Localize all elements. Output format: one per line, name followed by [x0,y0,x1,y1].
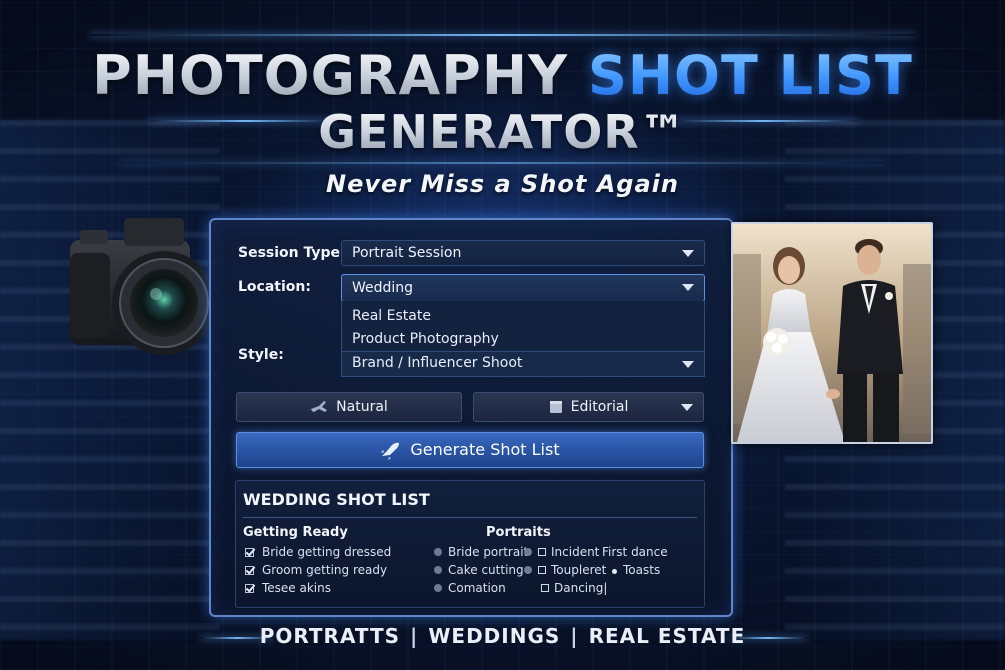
portrait-item[interactable]: First dance [602,545,668,559]
chevron-down-icon [681,404,693,411]
location-value: Wedding [352,280,414,296]
couple-illustration [733,224,931,442]
rocket-icon [381,442,400,460]
checklist-item[interactable]: Bride getting dressed [245,545,391,559]
portrait-item-label: Cake cutting [448,563,524,577]
portrait-item-label: Comation [448,581,506,595]
location-label: Location: [238,279,311,295]
shot-list-divider [243,517,697,518]
portrait-item-label: First dance [602,545,668,559]
tagline: Never Miss a Shot Again [325,170,679,198]
bullet-icon [524,548,532,556]
location-option-product-photography[interactable]: Product Photography [352,331,499,347]
portrait-item-label: Dancing| [554,581,608,595]
app-title-line-2: GENERATOR™ [0,104,1005,160]
checkbox-unchecked[interactable] [541,584,549,592]
portrait-item[interactable]: Toasts [612,563,660,577]
shot-list-title: WEDDING SHOT LIST [243,490,430,509]
checklist-item[interactable]: Groom getting ready [245,563,387,577]
checklist-item-label: Bride getting dressed [262,545,392,559]
portrait-item[interactable]: Incident [524,545,599,559]
footer-categories: PORTRATTS | WEDDINGS | REAL ESTATE [0,624,1005,648]
location-option-brand-influencer: Brand / Influencer Shoot [352,355,523,371]
portrait-item[interactable]: Cake cutting [434,563,524,577]
checkbox-unchecked[interactable] [538,566,546,574]
document-icon [549,401,562,413]
portrait-item[interactable]: Toupleret [524,563,606,577]
footer-separator: | [410,624,419,648]
session-type-label: Session Type: [238,245,346,261]
portraits-heading: Portraits [486,525,551,540]
checklist-item-label: Groom getting ready [262,563,388,577]
shot-list-panel: WEDDING SHOT LIST Getting Ready Bride ge… [235,480,705,608]
portrait-item-label: Incident [551,545,600,559]
background-blur-left [0,120,220,640]
location-option-real-estate[interactable]: Real Estate [352,308,431,324]
location-select[interactable]: Wedding [341,274,705,302]
footer-tag-weddings: WEDDINGS [428,624,561,648]
style-label: Style: [238,347,284,363]
camera-icon [70,218,212,355]
glow-line-mid [120,162,885,164]
checkbox-unchecked[interactable] [538,548,546,556]
location-dropdown-menu: Real Estate Product Photography Brand / … [341,301,705,377]
plane-icon [311,401,328,412]
checkbox-checked[interactable] [245,566,254,575]
portrait-item[interactable]: Comation [434,581,506,595]
generate-label: Generate Shot List [410,440,560,459]
style-natural-label: Natural [336,399,388,415]
style-natural-button[interactable]: Natural [236,392,462,422]
title-generator: GENERATOR™ [318,105,687,159]
portrait-item[interactable]: Dancing| [541,581,607,595]
bullet-icon [434,566,442,574]
checklist-item[interactable]: Tesee akins [245,581,331,595]
bullet-icon [524,566,532,574]
generate-shot-list-button[interactable]: Generate Shot List [236,432,704,468]
style-editorial-select[interactable]: Editorial [473,392,704,422]
footer-tag-portraits: PORTRATTS [259,624,401,648]
getting-ready-heading: Getting Ready [243,525,348,540]
portrait-item-label: Bride portrait [448,545,529,559]
app-title: PHOTOGRAPHY SHOT LIST [0,44,1005,108]
bullet-icon [612,569,617,574]
checkbox-checked[interactable] [245,584,254,593]
footer-tag-real-estate: REAL ESTATE [588,624,746,648]
chevron-down-icon [682,250,694,257]
title-part-2: SHOT LIST [587,44,913,107]
style-editorial-label: Editorial [570,399,629,415]
portrait-item-label: Toasts [623,563,661,577]
session-type-value: Portrait Session [352,245,462,261]
location-option-brand-row[interactable]: Brand / Influencer Shoot [342,351,704,376]
chevron-down-icon [682,361,694,368]
footer-separator: | [570,624,579,648]
portrait-item-label: Toupleret [551,563,607,577]
bullet-icon [434,548,442,556]
wedding-couple-photo [731,222,933,444]
title-part-1: PHOTOGRAPHY [92,44,569,107]
portrait-item[interactable]: Bride portrait [434,545,528,559]
checkbox-checked[interactable] [245,548,254,557]
glow-line-top [90,34,915,36]
session-type-select[interactable]: Portrait Session [341,240,705,266]
checklist-item-label: Tesee akins [262,581,331,595]
bullet-icon [434,584,442,592]
chevron-down-icon [682,284,694,291]
